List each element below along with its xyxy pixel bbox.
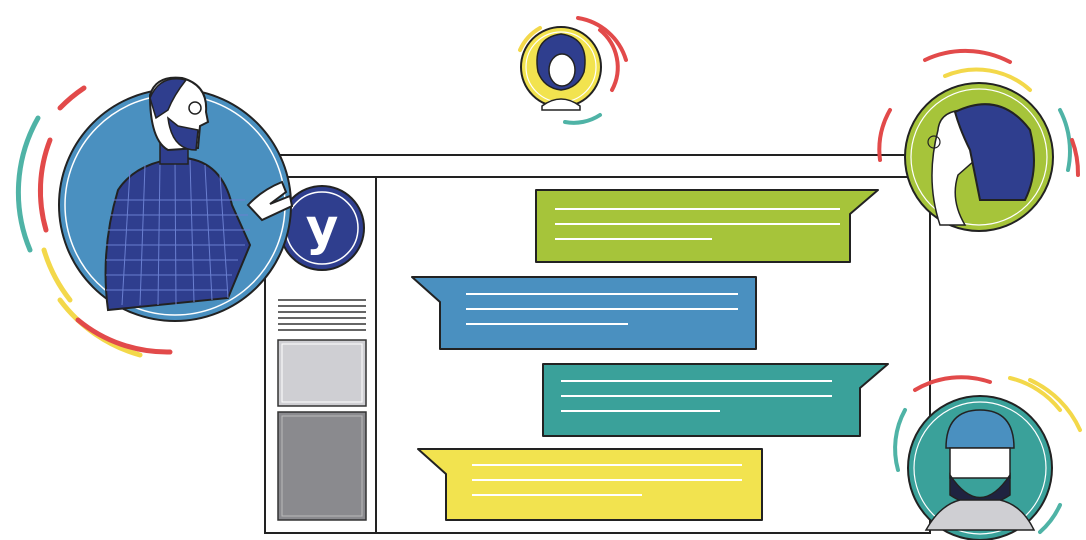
avatar-woman-small[interactable] [518, 16, 628, 125]
sidebar-thumbnail-light[interactable] [277, 339, 367, 407]
chat-bubble-3 [542, 363, 889, 437]
chat-bubble-1 [535, 189, 879, 263]
avatar-bearded-man[interactable] [15, 76, 294, 358]
chat-bubble-2 [411, 276, 757, 350]
sidebar-thumbnail-dark[interactable] [277, 411, 367, 521]
app-logo[interactable]: y [279, 185, 365, 271]
chat-bubble-4 [417, 448, 763, 521]
illustration-canvas: y [15, 16, 1082, 540]
logo-letter: y [306, 198, 339, 256]
